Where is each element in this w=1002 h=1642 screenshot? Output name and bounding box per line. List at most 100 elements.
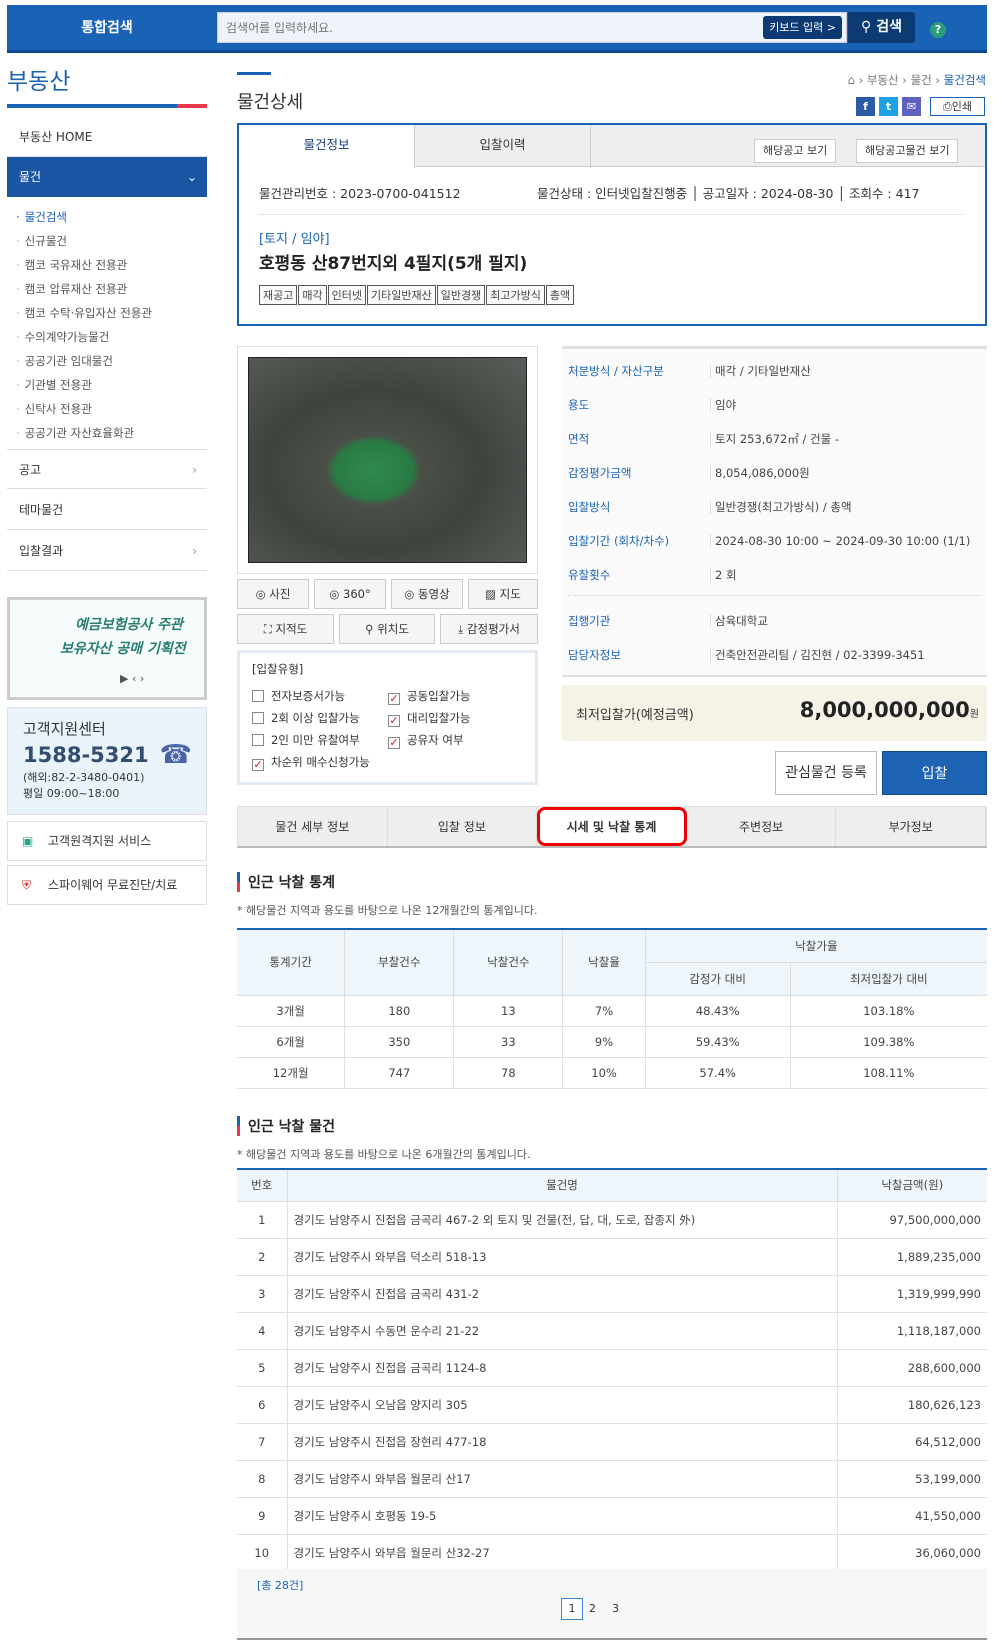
property-name[interactable]: 경기도 남양주시 오남읍 양지리 305 (286, 1385, 838, 1424)
sidebar-subitem[interactable]: 신규물건 (16, 233, 67, 249)
help-icon[interactable]: ? (930, 22, 946, 38)
tab-surroundings[interactable]: 주변정보 (687, 807, 837, 846)
checkbox-joint-bid[interactable]: ✓ 공동입찰가능 (388, 688, 470, 705)
table-row[interactable]: 9 경기도 남양주시 호평동 19-5 41,550,000 (237, 1496, 987, 1535)
map-button[interactable]: ▨ 지도 (468, 579, 538, 609)
breadcrumb-item[interactable]: 물건 (911, 73, 932, 87)
print-button[interactable]: ⎙인쇄 (930, 97, 985, 116)
checkbox[interactable] (252, 712, 264, 724)
sidebar-subitem[interactable]: 공공기관 임대물건 (16, 353, 113, 369)
tab-bid-history[interactable]: 입찰이력 (414, 125, 591, 168)
facebook-icon[interactable]: f (856, 97, 875, 116)
table-row[interactable]: 5 경기도 남양주시 진접읍 금곡리 1124-8 288,600,000 (237, 1348, 987, 1387)
sidebar-subitem[interactable]: 공공기관 자산효율화관 (16, 425, 134, 441)
checkbox-multi-bid[interactable]: 2회 이상 입찰가능 (252, 710, 360, 726)
appraisal-button[interactable]: ⤓ 감정평가서 (440, 614, 538, 644)
bid-button[interactable]: 입찰 (882, 751, 987, 795)
property-photo[interactable] (237, 346, 538, 574)
property-name[interactable]: 경기도 남양주시 진접읍 금곡리 467-2 외 토지 및 건물(전, 답, 대… (286, 1200, 838, 1239)
property-name[interactable]: 경기도 남양주시 진접읍 장현리 477-18 (286, 1422, 838, 1461)
table-row[interactable]: 1 경기도 남양주시 진접읍 금곡리 467-2 외 토지 및 건물(전, 답, … (237, 1200, 987, 1239)
view-notice-items-button[interactable]: 해당공고물건 보기 (856, 139, 959, 163)
sidebar-subitem[interactable]: 물건검색 (16, 209, 67, 225)
table-cell: 13 (453, 994, 564, 1027)
search-button[interactable]: ⚲ 검색 (848, 12, 915, 43)
search-input[interactable] (218, 13, 738, 42)
spyware-button[interactable]: ⛨ 스파이웨어 무료진단/치료 (7, 865, 207, 905)
table-row[interactable]: 10 경기도 남양주시 와부읍 월문리 산32-27 36,060,000 (237, 1533, 987, 1572)
sidebar-item-theme[interactable]: 테마물건 (7, 490, 207, 530)
checkbox-checked[interactable]: ✓ (388, 737, 400, 749)
remote-support-button[interactable]: ▣ 고객원격지원 서비스 (7, 821, 207, 861)
sidebar-item-notice[interactable]: 공고 › (7, 449, 207, 489)
sidebar-item-results[interactable]: 입찰결과 › (7, 531, 207, 571)
table-row[interactable]: 2 경기도 남양주시 와부읍 덕소리 518-13 1,889,235,000 (237, 1237, 987, 1276)
page-3[interactable]: 3 (612, 1602, 619, 1615)
sidebar-subitem[interactable]: 수의계약가능물건 (16, 329, 110, 345)
table-row[interactable]: 3 경기도 남양주시 진접읍 금곡리 431-2 1,319,999,990 (237, 1274, 987, 1313)
promo-banner[interactable]: 예금보험공사 주관 보유자산 공매 기획전 ▶ ‹ › (7, 597, 207, 700)
page-2[interactable]: 2 (589, 1602, 596, 1615)
sidebar-subitem[interactable]: 신탁사 전용관 (16, 401, 92, 417)
next-icon[interactable]: › (140, 672, 144, 685)
twitter-icon[interactable]: t (879, 97, 898, 116)
sidebar-subitem[interactable]: 캠코 국유재산 전용관 (16, 257, 128, 273)
360-button[interactable]: ◎ 360° (314, 579, 386, 609)
tab-extra-info[interactable]: 부가정보 (836, 807, 986, 846)
recent-heading: 인근 낙찰 물건 (237, 1116, 336, 1136)
property-name[interactable]: 경기도 남양주시 와부읍 덕소리 518-13 (286, 1237, 838, 1276)
property-tags: 재공고 매각 인터넷 기타일반재산 일반경쟁 최고가방식 총액 (259, 285, 575, 305)
breadcrumb-item[interactable]: 부동산 (867, 73, 899, 87)
page-1[interactable]: 1 (561, 1598, 583, 1620)
checkbox[interactable] (252, 690, 264, 702)
checkbox-under-two[interactable]: 2인 미만 유찰여부 (252, 732, 360, 748)
breadcrumb-current[interactable]: 물건검색 (944, 73, 986, 87)
table-row[interactable]: 6 경기도 남양주시 오남읍 양지리 305 180,626,123 (237, 1385, 987, 1424)
cadastral-map-button[interactable]: ⛶ 지적도 (237, 614, 334, 644)
sidebar-item-property[interactable]: 물건 ⌄ (7, 157, 207, 197)
checkbox-checked[interactable]: ✓ (252, 759, 264, 771)
spec-value: 일반경쟁(최고가방식) / 총액 (710, 500, 852, 514)
search-icon: ⚲ (861, 19, 877, 35)
prev-icon[interactable]: ‹ (132, 672, 136, 685)
tab-property-info[interactable]: 물건정보 (239, 125, 414, 168)
photo-button[interactable]: ◎ 사진 (237, 579, 309, 609)
top-search-bar: 통합검색 키보드 입력 > ⚲ 검색 ? (7, 5, 987, 53)
property-name[interactable]: 경기도 남양주시 진접읍 금곡리 1124-8 (286, 1348, 838, 1387)
tab-detail-info[interactable]: 물건 세부 정보 (238, 807, 388, 846)
winning-bid-amount: 288,600,000 (836, 1348, 987, 1387)
view-notice-button[interactable]: 해당공고 보기 (754, 139, 837, 163)
table-row[interactable]: 7 경기도 남양주시 진접읍 장현리 477-18 64,512,000 (237, 1422, 987, 1461)
video-button[interactable]: ◎ 동영상 (391, 579, 463, 609)
checkbox-second-rank[interactable]: ✓ 차순위 매수신청가능 (252, 754, 370, 771)
checkbox[interactable] (252, 734, 264, 746)
keyboard-input-button[interactable]: 키보드 입력 > (763, 16, 842, 39)
tab-market-stats[interactable]: 시세 및 낙찰 통계 (537, 807, 687, 846)
chevron-right-icon: › (192, 463, 197, 477)
total-count: [총 28건] (257, 1579, 304, 1592)
play-icon[interactable]: ▶ (120, 672, 128, 685)
checkbox-e-guarantee[interactable]: 전자보증서가능 (252, 688, 345, 704)
table-row[interactable]: 4 경기도 남양주시 수동면 운수리 21-22 1,118,187,000 (237, 1311, 987, 1350)
tag: 기타일반재산 (367, 285, 436, 305)
property-name[interactable]: 경기도 남양주시 호평동 19-5 (286, 1496, 838, 1535)
property-name[interactable]: 경기도 남양주시 와부읍 월문리 산32-27 (286, 1533, 838, 1572)
checkbox-co-owner[interactable]: ✓ 공유자 여부 (388, 732, 464, 749)
sidebar-item-home[interactable]: 부동산 HOME (7, 117, 207, 157)
add-watchlist-button[interactable]: 관심물건 등록 (775, 751, 877, 795)
checkbox-checked[interactable]: ✓ (388, 715, 400, 727)
sidebar-subitem[interactable]: 캠코 압류재산 전용관 (16, 281, 128, 297)
property-name[interactable]: 경기도 남양주시 수동면 운수리 21-22 (286, 1311, 838, 1350)
location-map-button[interactable]: ⚲ 위치도 (339, 614, 435, 644)
property-name[interactable]: 경기도 남양주시 진접읍 금곡리 431-2 (286, 1274, 838, 1313)
sidebar-subitem[interactable]: 기관별 전용관 (16, 377, 92, 393)
sidebar-subitem[interactable]: 캠코 수탁·유입자산 전용관 (16, 305, 152, 321)
mail-icon[interactable]: ✉ (902, 97, 921, 116)
tab-bid-info[interactable]: 입찰 정보 (388, 807, 538, 846)
property-name[interactable]: 경기도 남양주시 와부읍 월문리 산17 (286, 1459, 838, 1498)
notice-date: 공고일자 : 2024-08-30 (702, 186, 834, 201)
table-row[interactable]: 8 경기도 남양주시 와부읍 월문리 산17 53,199,000 (237, 1459, 987, 1498)
checkbox-checked[interactable]: ✓ (388, 693, 400, 705)
home-icon[interactable]: ⌂ (848, 73, 855, 87)
checkbox-proxy-bid[interactable]: ✓ 대리입찰가능 (388, 710, 470, 727)
